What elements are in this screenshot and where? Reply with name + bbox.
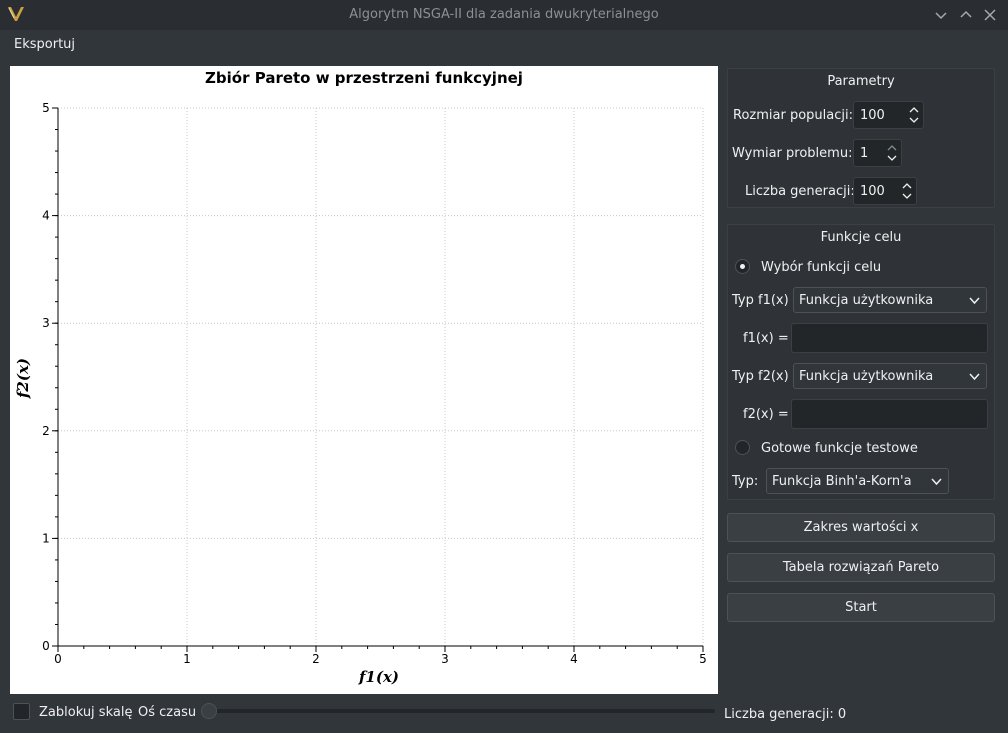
f2-label: f2(x) = — [743, 407, 789, 422]
chart-title: Zbiór Pareto w przestrzeni funkcyjnej — [205, 69, 523, 87]
custom-function-radio-label[interactable]: Wybór funkcji celu — [761, 260, 881, 275]
funkcje-celu-title: Funkcje celu — [820, 230, 902, 245]
y-tick-label: 1 — [42, 531, 50, 545]
y-tick-label: 2 — [42, 424, 50, 438]
population-spinbox[interactable]: 100 — [853, 101, 924, 129]
dimension-value: 1 — [860, 146, 869, 161]
menu-eksportuj[interactable]: Eksportuj — [14, 37, 75, 52]
time-slider[interactable] — [203, 709, 715, 713]
maximize-icon[interactable] — [956, 5, 976, 25]
generation-count-label: Liczba generacji: 0 — [724, 707, 847, 722]
y-tick-label: 5 — [42, 101, 50, 115]
typ-f2-select[interactable]: Funkcja użytkownika — [793, 363, 987, 389]
minimize-icon[interactable] — [931, 5, 951, 25]
chart-axes: 0 1 2 3 4 5 0 1 2 3 4 5 — [42, 101, 707, 666]
chevron-down-icon — [969, 373, 980, 381]
title-bar: Algorytm NSGA-II dla zadania dwukryteria… — [0, 0, 1008, 30]
range-button[interactable]: Zakres wartości x — [727, 513, 995, 542]
y-tick-label: 3 — [42, 316, 50, 330]
typ-f1-label: Typ f1(x) — [732, 293, 789, 308]
spin-arrows-icon[interactable] — [908, 105, 920, 125]
x-tick-label: 3 — [441, 652, 449, 666]
test-functions-radio-label[interactable]: Gotowe funkcje testowe — [761, 441, 918, 456]
chevron-down-icon — [969, 297, 980, 305]
population-label: Rozmiar populacji: — [733, 108, 853, 123]
typ-f1-select[interactable]: Funkcja użytkownika — [793, 287, 987, 313]
y-tick-label: 0 — [42, 639, 50, 653]
x-tick-label: 0 — [54, 652, 62, 666]
y-axis-label: f2(x) — [14, 358, 32, 399]
custom-function-radio[interactable] — [735, 259, 750, 274]
x-tick-label: 5 — [699, 652, 707, 666]
test-function-select[interactable]: Funkcja Binh'a-Korn'a — [766, 468, 949, 494]
f1-input[interactable] — [791, 323, 988, 353]
dimension-spinbox[interactable]: 1 — [853, 139, 902, 167]
menu-bar: Eksportuj — [0, 30, 1008, 60]
typ-label: Typ: — [732, 474, 759, 489]
start-button[interactable]: Start — [727, 593, 995, 622]
close-icon[interactable] — [980, 5, 1000, 25]
parametry-title: Parametry — [827, 74, 895, 89]
pareto-chart: Zbiór Pareto w przestrzeni funkcyjnej 0 1… — [14, 69, 707, 686]
test-functions-radio[interactable] — [735, 440, 750, 455]
generations-label: Liczba generacji: — [745, 184, 855, 199]
typ-f1-value: Funkcja użytkownika — [799, 293, 934, 308]
pareto-table-button[interactable]: Tabela rozwiązań Pareto — [727, 553, 995, 582]
window-title: Algorytm NSGA-II dla zadania dwukryteria… — [349, 7, 659, 22]
y-tick-label: 4 — [42, 209, 50, 223]
time-axis-label: Oś czasu — [138, 705, 197, 720]
chevron-down-icon — [931, 478, 942, 486]
x-tick-label: 4 — [570, 652, 578, 666]
spin-arrows-icon[interactable] — [901, 181, 913, 201]
x-tick-label: 2 — [312, 652, 320, 666]
generations-value: 100 — [860, 184, 885, 199]
spin-arrows-icon[interactable] — [886, 143, 898, 163]
lock-scale-checkbox[interactable] — [13, 703, 30, 720]
x-axis-label: f1(x) — [358, 668, 399, 686]
test-function-value: Funkcja Binh'a-Korn'a — [772, 474, 912, 489]
pareto-plot: Zbiór Pareto w przestrzeni funkcyjnej 0 1… — [10, 66, 718, 694]
generations-spinbox[interactable]: 100 — [853, 177, 917, 205]
population-value: 100 — [860, 108, 885, 123]
typ-f2-value: Funkcja użytkownika — [799, 369, 934, 384]
dimension-label: Wymiar problemu: — [732, 146, 853, 161]
typ-f2-label: Typ f2(x) — [732, 369, 789, 384]
lock-scale-label[interactable]: Zablokuj skalę — [39, 705, 132, 720]
chart-grid — [57, 107, 704, 647]
f1-label: f1(x) = — [743, 331, 789, 346]
x-tick-label: 1 — [183, 652, 191, 666]
f2-input[interactable] — [791, 399, 988, 429]
time-slider-handle[interactable] — [201, 703, 217, 719]
